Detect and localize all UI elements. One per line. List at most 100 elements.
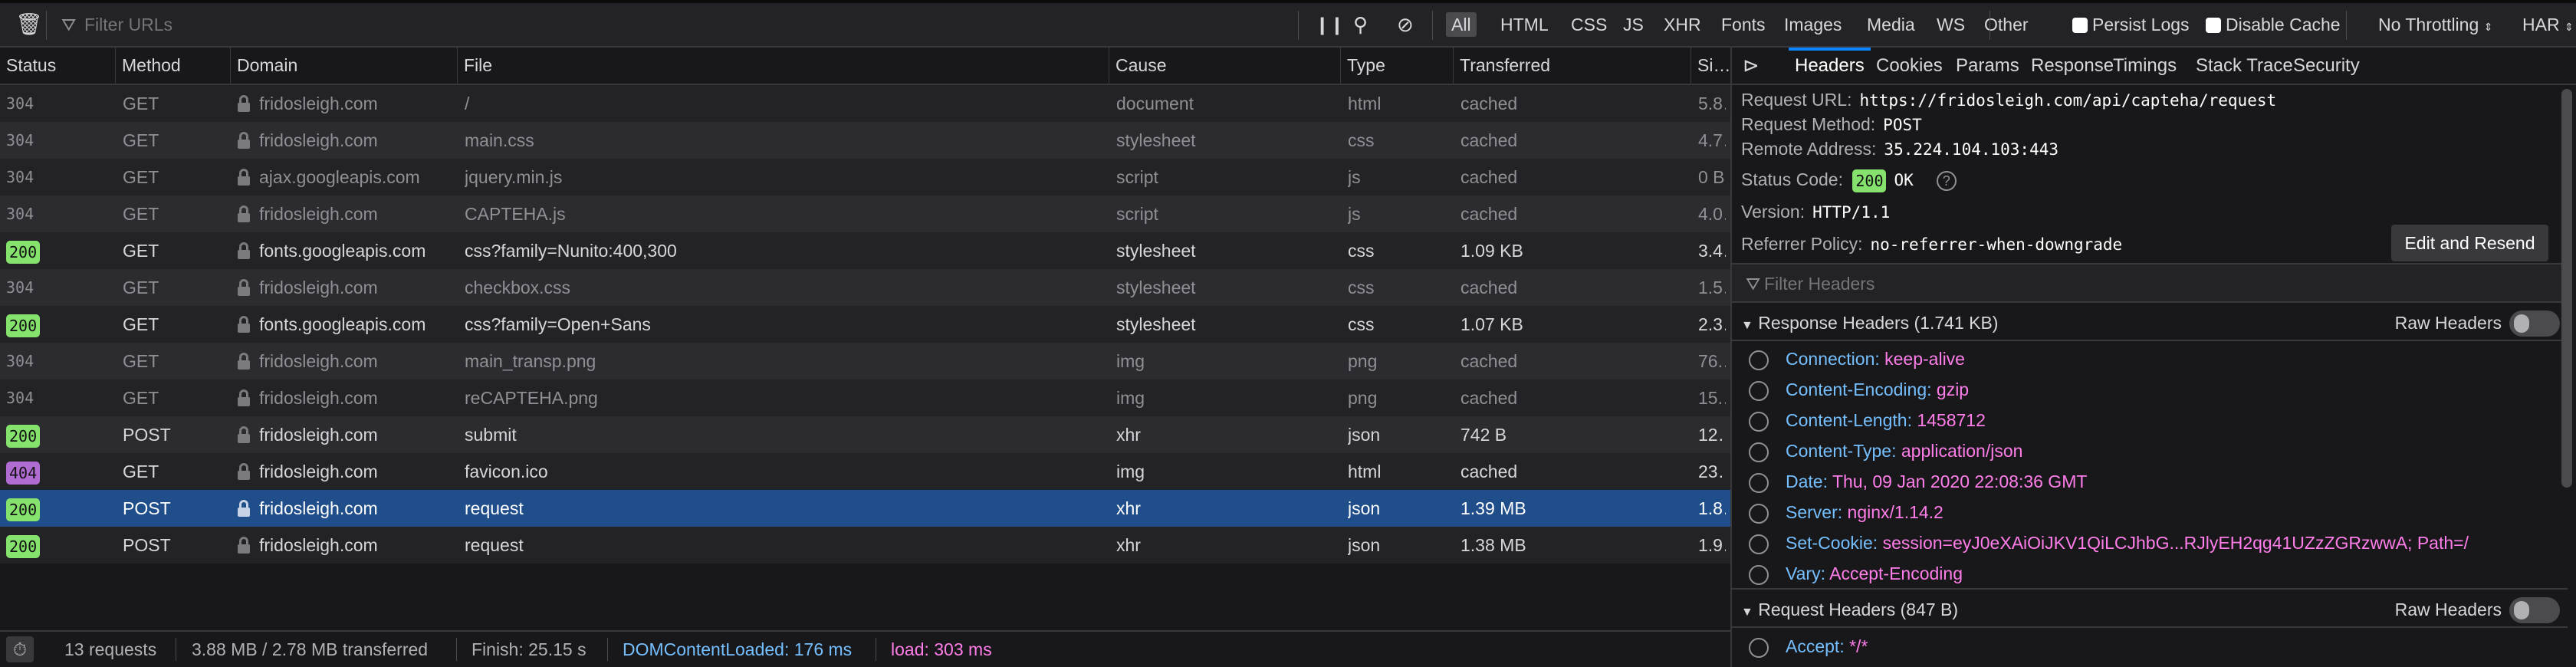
domain-text: fonts.googleapis.com xyxy=(259,314,426,334)
filter-tab-other[interactable]: Other xyxy=(1979,12,2034,37)
status-code-row: Status Code: 200 OK? xyxy=(1741,164,1957,195)
filter-tab-xhr[interactable]: XHR xyxy=(1658,12,1707,37)
raw-headers-toggle[interactable] xyxy=(2509,310,2560,337)
version-row: Version: HTTP/1.1 xyxy=(1741,196,1890,227)
edit-and-resend-button[interactable]: Edit and Resend xyxy=(2391,225,2548,261)
help-icon[interactable] xyxy=(1749,534,1769,554)
persist-logs-checkbox[interactable]: Persist Logs xyxy=(2072,3,2190,46)
cell-method: GET xyxy=(123,94,159,113)
help-icon[interactable] xyxy=(1749,564,1769,585)
table-row[interactable]: 200 GET fonts.googleapis.com css?family=Ope… xyxy=(0,306,1730,343)
help-icon[interactable] xyxy=(1749,503,1769,524)
table-row[interactable]: 304 GET fridosleigh.com main.css stylesheet c… xyxy=(0,122,1730,159)
tab-params[interactable]: Params xyxy=(1956,48,2019,84)
lock-icon xyxy=(238,95,250,112)
lock-icon xyxy=(238,537,250,554)
table-row[interactable]: 200 POST fridosleigh.com request xhr json 1.38… xyxy=(0,527,1730,564)
filter-tab-js[interactable]: JS xyxy=(1618,12,1649,37)
search-icon[interactable]: ⚲ xyxy=(1353,3,1368,46)
raw-headers-toggle[interactable] xyxy=(2509,597,2560,623)
request-method: POST xyxy=(1883,116,1922,134)
tab-security[interactable]: Security xyxy=(2293,48,2360,84)
tab-timings[interactable]: Timings xyxy=(2113,48,2177,84)
cell-method: GET xyxy=(123,462,159,481)
scrollbar[interactable] xyxy=(2561,89,2572,488)
table-row[interactable]: 304 GET fridosleigh.com main_transp.png img p… xyxy=(0,343,1730,380)
column-header-4[interactable]: Cause xyxy=(1109,48,1166,84)
tab-stack-trace[interactable]: Stack Trace xyxy=(2196,48,2293,84)
table-row[interactable]: 304 GET fridosleigh.com checkbox.css stylesh… xyxy=(0,269,1730,306)
header-row: Server: nginx/1.14.2 xyxy=(1749,497,1944,527)
cell-status: 304 xyxy=(6,278,34,297)
table-row[interactable]: 304 GET fridosleigh.com CAPTEHA.js script js c… xyxy=(0,196,1730,232)
filter-tab-media[interactable]: Media xyxy=(1861,12,1921,37)
tab-headers[interactable]: Headers xyxy=(1789,48,1871,84)
help-icon[interactable] xyxy=(1749,472,1769,493)
throttling-select[interactable]: No Throttling ⇕ xyxy=(2378,3,2492,46)
filter-tab-images[interactable]: Images xyxy=(1779,12,1847,37)
har-menu[interactable]: HAR ⇕ xyxy=(2522,3,2574,46)
toggle-sidebar-icon[interactable]: ⊳ xyxy=(1743,48,1760,84)
filter-tab-fonts[interactable]: Fonts xyxy=(1716,12,1771,37)
checkbox[interactable] xyxy=(2206,18,2221,33)
table-row[interactable]: 304 GET fridosleigh.com / document html cached… xyxy=(0,85,1730,122)
tab-cookies[interactable]: Cookies xyxy=(1876,48,1943,84)
header-row: Content-Encoding: gzip xyxy=(1749,374,1969,405)
help-icon[interactable] xyxy=(1749,350,1769,370)
filter-tab-html[interactable]: HTML xyxy=(1495,12,1554,37)
help-icon[interactable] xyxy=(1749,380,1769,401)
help-icon[interactable] xyxy=(1749,442,1769,462)
column-header-5[interactable]: Type xyxy=(1340,48,1385,84)
cell-type: png xyxy=(1348,351,1378,371)
pause-icon[interactable]: ❙❙ xyxy=(1315,3,1345,46)
table-row[interactable]: 404 GET fridosleigh.com favicon.ico img html c… xyxy=(0,453,1730,490)
help-icon[interactable] xyxy=(1749,637,1769,658)
finish-time: Finish: 25.15 s xyxy=(472,639,586,659)
cell-cause: img xyxy=(1116,351,1145,371)
response-headers-section[interactable]: ▼ Response Headers (1.741 KB) Raw Headers xyxy=(1732,301,2568,341)
help-icon[interactable]: ? xyxy=(1936,170,1957,191)
cell-size: 2.3… xyxy=(1698,314,1726,334)
tab-response[interactable]: Response xyxy=(2031,48,2114,84)
table-row[interactable]: 200 POST fridosleigh.com submit xhr json 742 B… xyxy=(0,416,1730,453)
cell-size: 1.5… xyxy=(1698,278,1726,297)
filter-tab-all[interactable]: All xyxy=(1446,12,1477,37)
status-badge: 200 xyxy=(6,534,41,558)
filter-urls-input[interactable] xyxy=(84,3,1273,46)
column-header-0[interactable]: Status xyxy=(0,48,56,84)
filter-tab-ws[interactable]: WS xyxy=(1931,12,1970,37)
throttling-value: No Throttling xyxy=(2378,15,2479,34)
header-name: Connection: xyxy=(1786,349,1880,369)
column-header-6[interactable]: Transferred xyxy=(1453,48,1550,84)
header-name: Content-Encoding: xyxy=(1786,380,1932,399)
column-header-3[interactable]: File xyxy=(457,48,492,84)
block-icon[interactable]: ⊘ xyxy=(1397,3,1414,46)
cell-type: json xyxy=(1348,498,1381,518)
domain-text: fridosleigh.com xyxy=(259,535,378,555)
trash-icon[interactable]: 🗑 xyxy=(15,3,43,46)
domain-text: fonts.googleapis.com xyxy=(259,241,426,261)
table-row[interactable]: 304 GET fridosleigh.com reCAPTEHA.png img png… xyxy=(0,380,1730,416)
column-header-7[interactable]: Si… xyxy=(1691,48,1730,84)
column-header-2[interactable]: Domain xyxy=(230,48,297,84)
disable-cache-checkbox[interactable]: Disable Cache xyxy=(2206,3,2341,46)
column-header-1[interactable]: Method xyxy=(115,48,181,84)
filter-headers-input[interactable] xyxy=(1764,271,2454,297)
table-row[interactable]: 200 GET fonts.googleapis.com css?family=Nun… xyxy=(0,232,1730,269)
cell-file: main.css xyxy=(465,130,534,150)
disable-cache-label: Disable Cache xyxy=(2226,15,2341,34)
checkbox[interactable] xyxy=(2072,18,2088,33)
cell-cause: img xyxy=(1116,388,1145,408)
cell-transferred: cached xyxy=(1460,462,1518,481)
cell-type: css xyxy=(1348,130,1375,150)
help-icon[interactable] xyxy=(1749,411,1769,432)
filter-tab-css[interactable]: CSS xyxy=(1566,12,1612,37)
domain-text: fridosleigh.com xyxy=(259,498,378,518)
label: Status Code: xyxy=(1741,169,1843,189)
http-version: HTTP/1.1 xyxy=(1812,203,1891,222)
request-headers-section[interactable]: ▼ Request Headers (847 B) Raw Headers xyxy=(1732,588,2568,628)
table-row[interactable]: 304 GET ajax.googleapis.com jquery.min.js sc… xyxy=(0,159,1730,196)
stopwatch-icon[interactable]: ⏱ xyxy=(6,636,34,662)
har-label: HAR xyxy=(2522,15,2560,34)
table-row[interactable]: 200 POST fridosleigh.com request xhr json 1.39… xyxy=(0,490,1730,527)
